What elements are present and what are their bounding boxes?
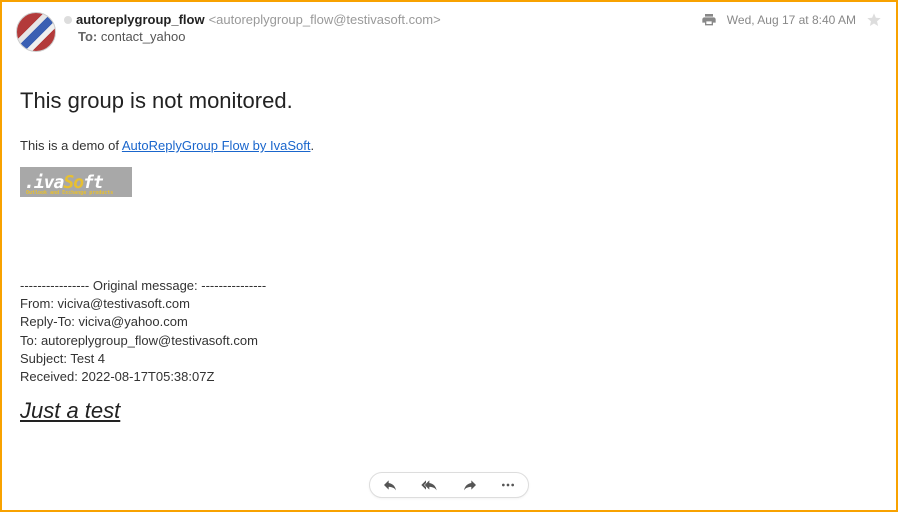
to-value: contact_yahoo: [101, 29, 186, 44]
reply-all-button[interactable]: [418, 477, 442, 493]
demo-link[interactable]: AutoReplyGroup Flow by IvaSoft: [122, 138, 311, 153]
forward-button[interactable]: [460, 477, 480, 493]
orig-body-text: Just a test: [20, 398, 878, 424]
print-icon[interactable]: [701, 12, 717, 28]
orig-to: To: autoreplygroup_flow@testivasoft.com: [20, 332, 878, 350]
unread-dot-icon: [64, 16, 72, 24]
body-title: This group is not monitored.: [20, 88, 878, 114]
from-email: <autoreplygroup_flow@testivasoft.com>: [209, 12, 441, 27]
header-right: Wed, Aug 17 at 8:40 AM: [701, 12, 882, 28]
from-line: autoreplygroup_flow <autoreplygroup_flow…: [64, 12, 701, 27]
demo-prefix: This is a demo of: [20, 138, 122, 153]
orig-subject: Subject: Test 4: [20, 350, 878, 368]
avatar[interactable]: [16, 12, 56, 52]
logo-sub: Outlook and Exchange products: [26, 190, 113, 196]
ivasoft-logo[interactable]: .ivaSoft Outlook and Exchange products: [20, 167, 132, 197]
reply-button[interactable]: [380, 477, 400, 493]
email-date: Wed, Aug 17 at 8:40 AM: [727, 13, 856, 27]
email-body: This group is not monitored. This is a d…: [16, 52, 882, 424]
orig-from: From: viciva@testivasoft.com: [20, 295, 878, 313]
orig-divider: ---------------- Original message: -----…: [20, 277, 878, 295]
from-name: autoreplygroup_flow: [76, 12, 205, 27]
to-label: To:: [78, 29, 97, 44]
from-block: autoreplygroup_flow <autoreplygroup_flow…: [64, 12, 701, 44]
more-button[interactable]: [498, 477, 518, 493]
email-container: autoreplygroup_flow <autoreplygroup_flow…: [0, 0, 898, 512]
action-bar: [369, 472, 529, 498]
email-header: autoreplygroup_flow <autoreplygroup_flow…: [16, 12, 882, 52]
orig-received: Received: 2022-08-17T05:38:07Z: [20, 368, 878, 386]
original-message-block: ---------------- Original message: -----…: [20, 277, 878, 386]
demo-line: This is a demo of AutoReplyGroup Flow by…: [20, 138, 878, 153]
star-icon[interactable]: [866, 12, 882, 28]
orig-reply-to: Reply-To: viciva@yahoo.com: [20, 313, 878, 331]
demo-suffix: .: [310, 138, 314, 153]
to-line: To: contact_yahoo: [64, 29, 701, 44]
